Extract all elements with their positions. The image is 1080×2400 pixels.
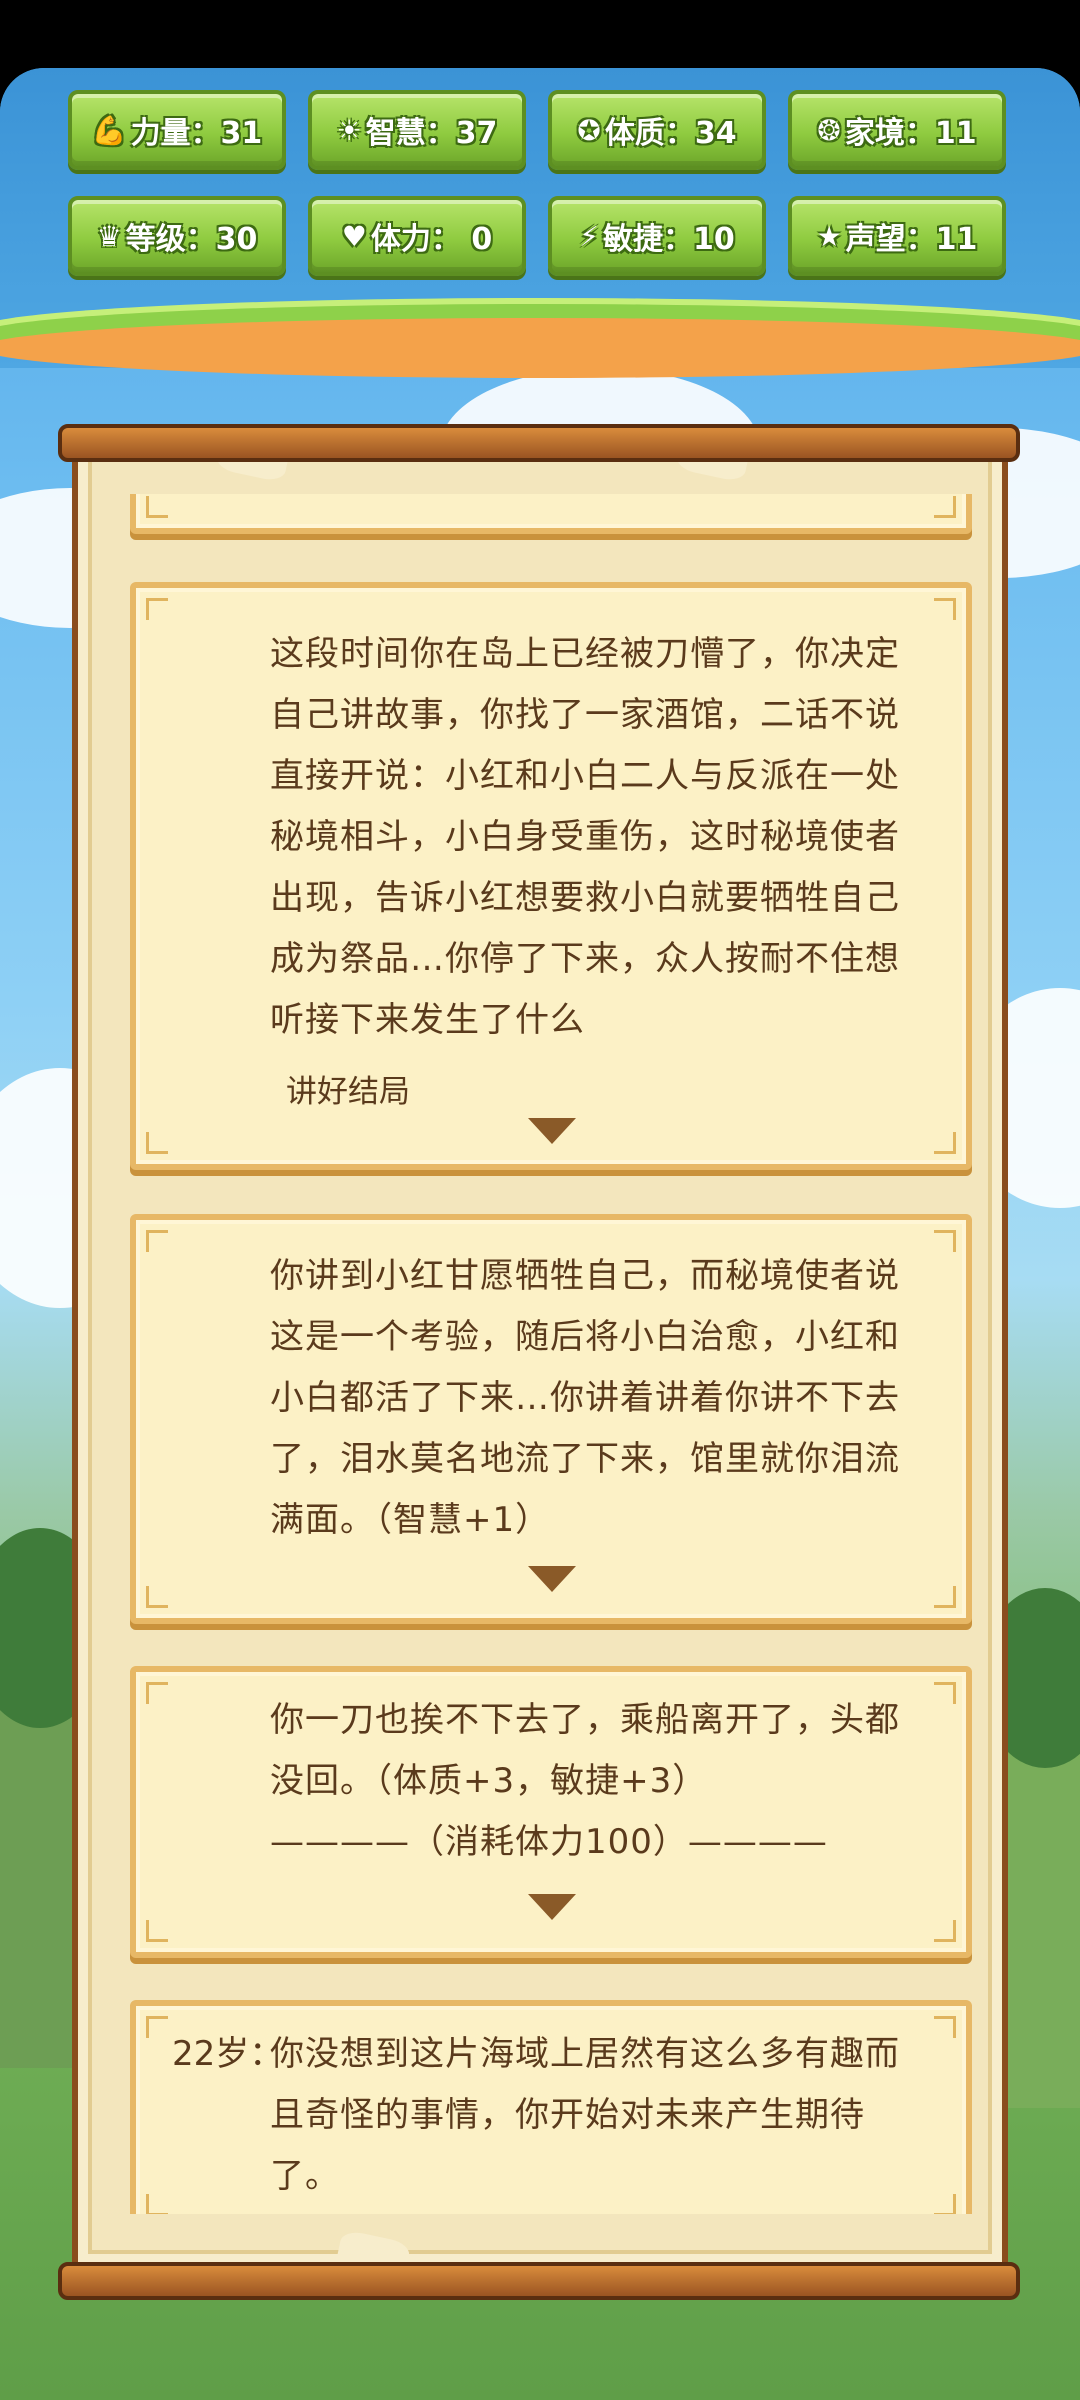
- card-corner: [934, 1230, 956, 1252]
- event-card: 这段时间你在岛上已经被刀懵了，你决定自己讲故事，你找了一家酒馆，二话不说直接开说…: [130, 582, 972, 1170]
- stat-label: 家境：11: [844, 116, 977, 151]
- chevron-down-icon: [528, 1566, 576, 1592]
- strength-icon: 💪: [91, 113, 127, 147]
- card-corner: [934, 2194, 956, 2214]
- stat-stamina: ♥ 体力： 0: [308, 196, 526, 276]
- chevron-down-icon: [528, 1894, 576, 1920]
- event-card: 22岁： 你没想到这片海域上居然有这么多有趣而且奇怪的事情，你开始对未来产生期待…: [130, 2000, 972, 2214]
- event-log[interactable]: 这段时间你在岛上已经被刀懵了，你决定自己讲故事，你找了一家酒馆，二话不说直接开说…: [130, 494, 972, 2214]
- stat-label: 体质：34: [604, 116, 737, 151]
- scroll-bottom-rod: [58, 2262, 1020, 2300]
- heart-icon: ♥: [341, 219, 367, 253]
- card-corner: [934, 1920, 956, 1942]
- event-text: 你一刀也挨不下去了，乘船离开了，头都没回。（体质+3，敏捷+3）: [270, 1700, 900, 1801]
- card-corner: [146, 2194, 168, 2214]
- stat-label: 等级：30: [125, 222, 258, 257]
- crown-icon: ♛: [96, 219, 122, 253]
- card-corner: [146, 1586, 168, 1608]
- stat-constitution: ✪ 体质：34: [548, 90, 766, 170]
- constitution-icon: ✪: [577, 113, 601, 147]
- card-corner: [146, 1682, 168, 1704]
- card-corner: [934, 1682, 956, 1704]
- card-corner: [934, 2016, 956, 2038]
- card-corner: [934, 1132, 956, 1154]
- header-wave: [0, 318, 1080, 378]
- stat-label: 体力： 0: [370, 222, 493, 257]
- stat-agility: ⚡ 敏捷：10: [548, 196, 766, 276]
- stat-label: 声望：11: [845, 222, 978, 257]
- card-corner: [146, 1920, 168, 1942]
- stat-strength: 💪 力量：31: [68, 90, 286, 170]
- stat-family: ❂ 家境：11: [788, 90, 1006, 170]
- card-corner: [934, 598, 956, 620]
- stamina-cost: ————（消耗体力100）————: [270, 1822, 828, 1862]
- star-icon: ★: [816, 219, 842, 253]
- card-corner: [934, 1586, 956, 1608]
- choice-option[interactable]: 讲好结局: [286, 1066, 410, 1111]
- card-corner: [146, 496, 168, 518]
- event-card: 你讲到小红甘愿牺牲自己，而秘境使者说这是一个考验，随后将小白治愈，小红和小白都活…: [130, 1214, 972, 1624]
- stat-reputation: ★ 声望：11: [788, 196, 1006, 276]
- stat-label: 智慧：37: [365, 116, 498, 151]
- event-text: 这段时间你在岛上已经被刀懵了，你决定自己讲故事，你找了一家酒馆，二话不说直接开说…: [270, 634, 900, 1040]
- age-label: 22岁：: [172, 2034, 284, 2074]
- event-card: 你一刀也挨不下去了，乘船离开了，头都没回。（体质+3，敏捷+3） ————（消耗…: [130, 1666, 972, 1958]
- event-text: 你没想到这片海域上居然有这么多有趣而且奇怪的事情，你开始对未来产生期待了。: [270, 2034, 900, 2196]
- family-icon: ❂: [817, 113, 841, 147]
- wisdom-icon: ☀: [336, 113, 362, 147]
- event-card-previous: [130, 494, 972, 534]
- card-corner: [146, 598, 168, 620]
- status-bar: [0, 0, 1080, 70]
- lightning-icon: ⚡: [579, 219, 599, 253]
- card-corner: [146, 1132, 168, 1154]
- stat-label: 敏捷：10: [602, 222, 735, 257]
- stats-header: 💪 力量：31 ☀ 智慧：37 ✪ 体质：34 ❂ 家境：11 ♛ 等级：30 ♥ 体力： …: [0, 68, 1080, 378]
- card-corner: [146, 1230, 168, 1252]
- stat-label: 力量：31: [130, 116, 263, 151]
- card-corner: [934, 496, 956, 518]
- card-corner: [146, 2016, 168, 2038]
- chevron-down-icon: [528, 1118, 576, 1144]
- stat-wisdom: ☀ 智慧：37: [308, 90, 526, 170]
- event-text: 你讲到小红甘愿牺牲自己，而秘境使者说这是一个考验，随后将小白治愈，小红和小白都活…: [270, 1256, 900, 1540]
- stat-level: ♛ 等级：30: [68, 196, 286, 276]
- scroll-top-rod: [58, 424, 1020, 462]
